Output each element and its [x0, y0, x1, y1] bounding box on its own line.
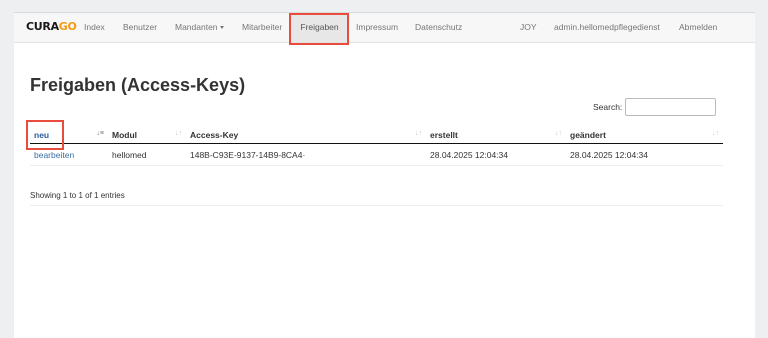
column-header-label: geändert [570, 130, 606, 140]
column-header-neu[interactable]: neu ↓≡ [30, 127, 108, 144]
nav-mandanten-label: Mandanten [175, 22, 218, 32]
sort-icon: ↓↑ [175, 130, 182, 137]
neu-link[interactable]: neu [34, 130, 49, 140]
top-navbar: CURAGO Index Benutzer Mandanten Mitarbei… [14, 13, 755, 43]
search-label: Search: [593, 102, 623, 112]
column-header-modul[interactable]: Modul ↓↑ [108, 127, 186, 144]
chevron-down-icon [219, 26, 224, 30]
row-erstellt-cell: 28.04.2025 12:04:34 [426, 143, 566, 166]
page-title: Freigaben (Access-Keys) [30, 75, 246, 95]
page-panel: CURAGO Index Benutzer Mandanten Mitarbei… [14, 12, 755, 338]
nav-datenschutz[interactable]: Datenschutz [415, 13, 462, 42]
table-header-row: neu ↓≡ Modul ↓↑ Access-Key ↓↑ erstellt ↓… [30, 127, 723, 144]
column-header-erstellt[interactable]: erstellt ↓↑ [426, 127, 566, 144]
row-access-key-cell: 148B-C93E-9137-14B9-8CA4· [186, 143, 426, 166]
column-header-geaendert[interactable]: geändert ↓↑ [566, 127, 723, 144]
brand-logo[interactable]: CURAGO [26, 20, 77, 34]
row-modul-cell: hellomed [108, 143, 186, 166]
column-header-access-key[interactable]: Access-Key ↓↑ [186, 127, 426, 144]
search-input[interactable] [625, 98, 716, 116]
access-keys-table: neu ↓≡ Modul ↓↑ Access-Key ↓↑ erstellt ↓… [30, 127, 723, 166]
nav-benutzer[interactable]: Benutzer [123, 13, 157, 42]
column-header-label: erstellt [430, 130, 458, 140]
table-info: Showing 1 to 1 of 1 entries [30, 191, 125, 200]
sort-asc-icon: ↓≡ [96, 130, 104, 137]
row-geaendert-cell: 28.04.2025 12:04:34 [566, 143, 723, 166]
nav-mitarbeiter[interactable]: Mitarbeiter [242, 13, 282, 42]
nav-admin-account[interactable]: admin.hellomedpflegedienst [554, 13, 660, 42]
nav-index[interactable]: Index [84, 13, 105, 42]
nav-freigaben[interactable]: Freigaben [291, 13, 348, 42]
row-action-cell: bearbeiten [30, 143, 108, 166]
column-header-label: Access-Key [190, 130, 239, 140]
column-header-label: Modul [112, 130, 138, 140]
table-row: bearbeiten hellomed 148B-C93E-9137-14B9-… [30, 143, 723, 166]
sort-icon: ↓↑ [415, 130, 422, 137]
sort-icon: ↓↑ [555, 130, 562, 137]
nav-abmelden[interactable]: Abmelden [679, 13, 717, 42]
sort-icon: ↓↑ [712, 130, 719, 137]
nav-user-joy[interactable]: JOY [520, 13, 537, 42]
nav-impressum[interactable]: Impressum [356, 13, 398, 42]
divider [30, 205, 723, 206]
nav-mandanten-dropdown[interactable]: Mandanten [175, 13, 224, 42]
bearbeiten-link[interactable]: bearbeiten [34, 150, 74, 160]
